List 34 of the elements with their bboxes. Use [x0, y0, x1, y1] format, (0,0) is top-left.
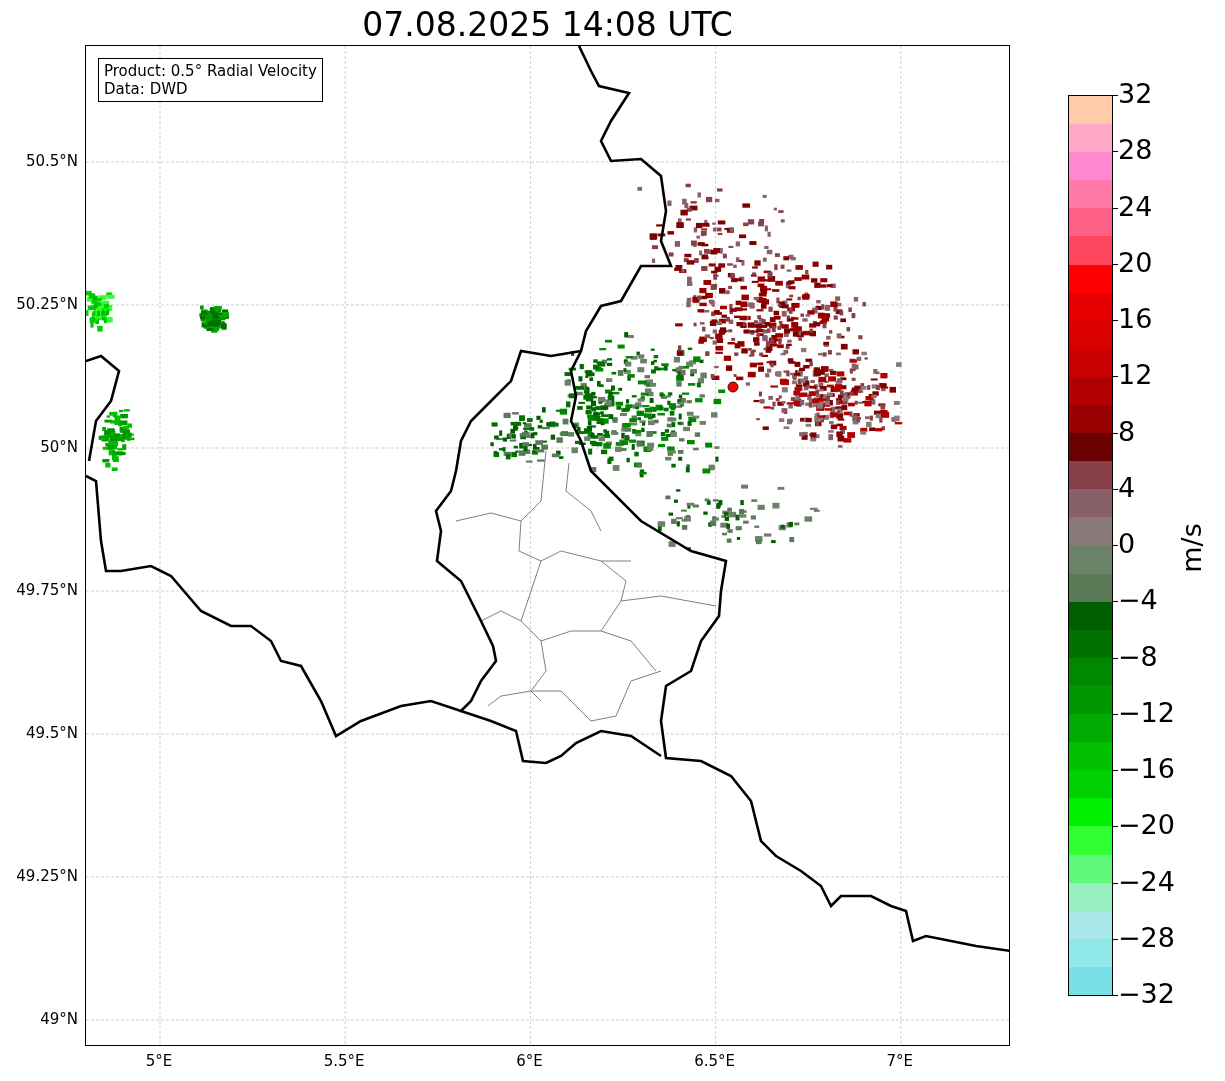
colorbar-tick-label: −8	[1118, 640, 1158, 672]
colorbar-tick-label: 12	[1118, 359, 1153, 391]
axis-tick-label: 49.5°N	[25, 724, 78, 742]
colorbar-tick-label: −4	[1118, 584, 1158, 616]
info-text: Data: DWD	[104, 80, 189, 98]
colorbar-tick-label: −12	[1118, 696, 1175, 728]
axis-tick-label: 5.5°E	[323, 1052, 365, 1070]
radar-site-marker	[727, 381, 739, 393]
colorbar-tick-label: −32	[1118, 978, 1175, 1009]
axis-tick-label: 50.25°N	[16, 295, 78, 313]
colorbar-tick-label: 28	[1118, 134, 1153, 166]
colorbar-tick-label: 4	[1118, 471, 1136, 503]
colorbar-label: m/s	[1175, 523, 1207, 573]
colorbar-tick-label: 24	[1118, 190, 1153, 222]
colorbar-tick-label: 0	[1118, 528, 1136, 559]
axis-tick-label: 5°E	[145, 1052, 173, 1070]
colorbar-tick-label: 8	[1118, 415, 1136, 447]
colorbar-tick-label: −20	[1118, 809, 1175, 841]
colorbar-tick-label: −16	[1118, 753, 1175, 784]
axis-tick-label: 6.5°E	[694, 1052, 735, 1070]
axis-tick-label: 50.5°N	[25, 152, 78, 170]
colorbar-tick-label: 20	[1118, 246, 1153, 278]
colorbar-tick-label: −28	[1118, 921, 1175, 953]
axis-tick-label: 49.25°N	[16, 867, 78, 885]
axis-tick-label: 49.75°N	[16, 581, 78, 599]
chart-title: 07.08.2025 14:08 UTC	[361, 5, 734, 45]
axis-tick-label: 6°E	[516, 1052, 543, 1070]
axis-tick-label: 7°E	[886, 1052, 914, 1070]
colorbar-tick-label: −24	[1118, 865, 1175, 897]
axis-tick-label: 50°N	[40, 438, 78, 456]
axis-tick-label: 49°N	[40, 1010, 78, 1028]
info-text: Product: 0.5° Radial Velocity	[104, 62, 317, 80]
colorbar-tick-label: 16	[1118, 303, 1153, 334]
colorbar-tick-label: 32	[1118, 78, 1153, 109]
